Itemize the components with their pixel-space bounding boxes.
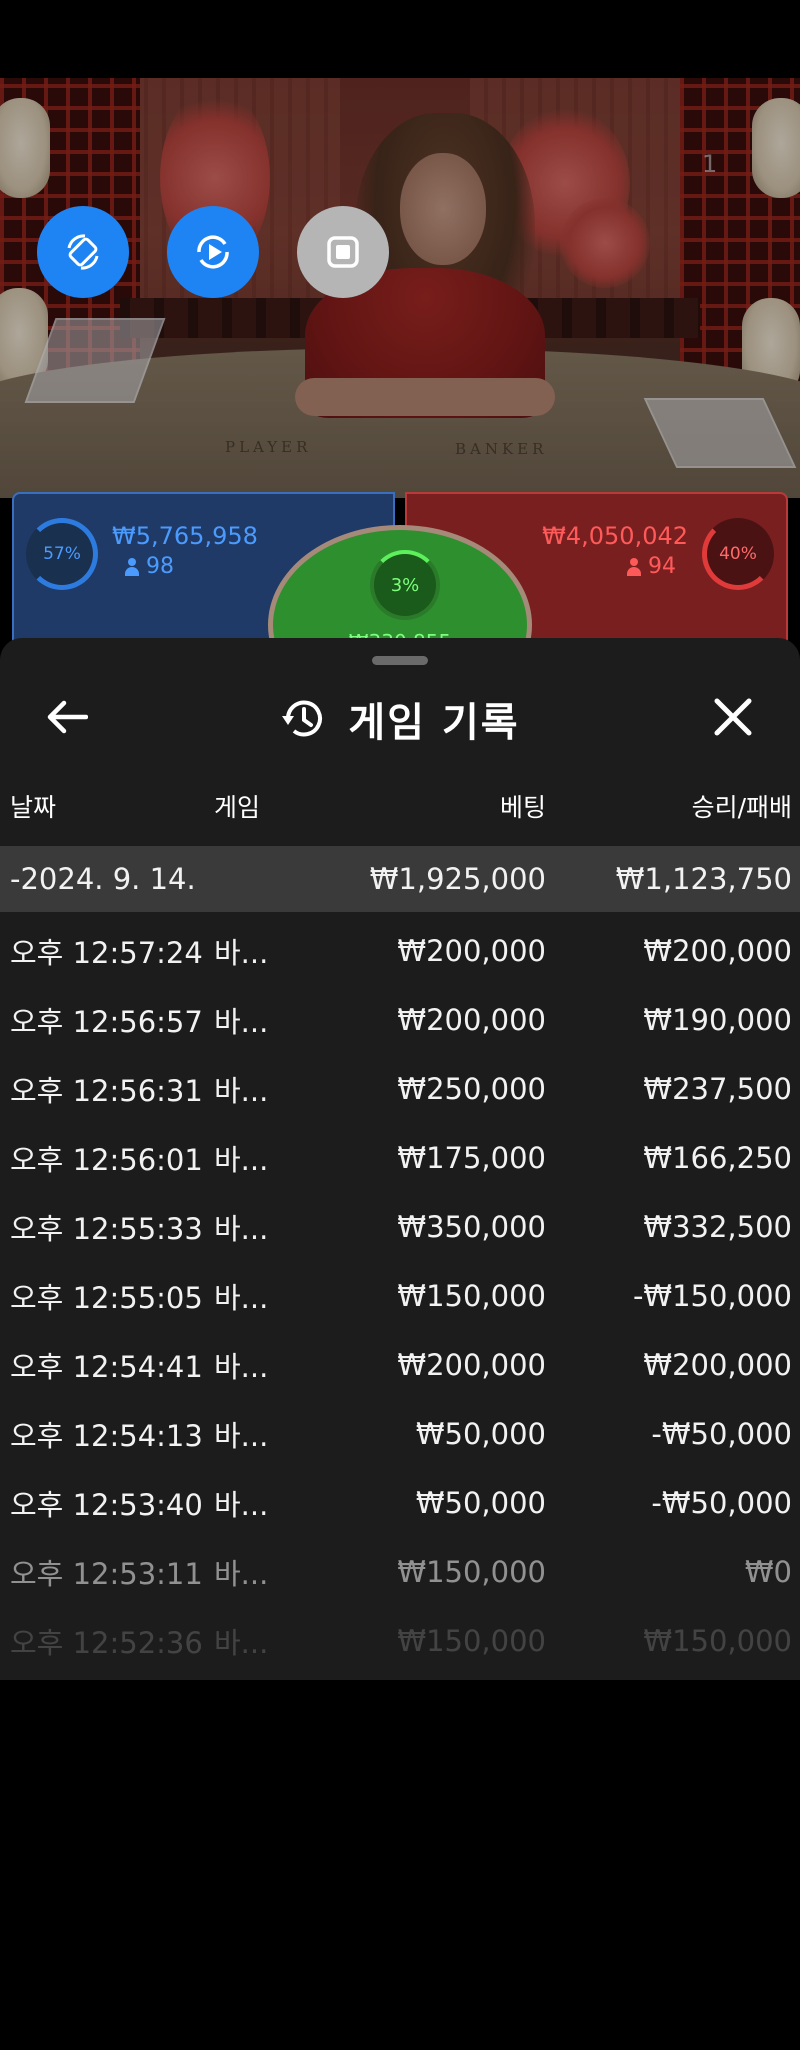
tie-percent: 3%	[390, 574, 420, 596]
row-time: 오후 12:56:01	[10, 1142, 203, 1177]
row-game: 바...	[214, 935, 269, 970]
table-row[interactable]: 오후 12:53:11 바... ₩150,000 ₩0	[0, 1537, 800, 1606]
row-win: ₩200,000	[643, 933, 792, 968]
row-bet: ₩175,000	[397, 1140, 546, 1175]
row-win: ₩200,000	[643, 1347, 792, 1382]
banker-percent: 40%	[719, 544, 757, 564]
table-row[interactable]: 오후 12:52:36 바... ₩150,000 ₩150,000	[0, 1606, 800, 1675]
player-bettor-count: 98	[124, 554, 174, 579]
row-win: ₩0	[744, 1554, 792, 1589]
table-row[interactable]: 오후 12:57:24 바... ₩200,000 ₩200,000	[0, 916, 800, 985]
row-time: 오후 12:57:24	[10, 935, 203, 970]
table-row[interactable]: 오후 12:54:13 바... ₩50,000 -₩50,000	[0, 1399, 800, 1468]
summary-date: -2024. 9. 14.	[10, 862, 196, 896]
row-time: 오후 12:55:05	[10, 1280, 203, 1315]
row-time: 오후 12:55:33	[10, 1211, 203, 1246]
sheet-header: 게임 기록	[0, 690, 800, 748]
stop-square-icon	[327, 236, 359, 268]
row-win: ₩190,000	[643, 1002, 792, 1037]
live-video: PLAYER BANKER 1	[0, 78, 800, 498]
tie-percent-ring: 3%	[370, 550, 440, 620]
column-header-date[interactable]: 날짜	[10, 788, 56, 824]
rotate-phone-icon	[67, 234, 99, 270]
player-percent: 57%	[43, 544, 81, 564]
row-bet: ₩150,000	[397, 1278, 546, 1313]
row-bet: ₩200,000	[397, 1347, 546, 1382]
date-summary-row[interactable]: -2024. 9. 14. ₩1,925,000 ₩1,123,750	[0, 846, 800, 912]
person-icon	[626, 557, 642, 576]
table-row[interactable]: 오후 12:56:57 바... ₩200,000 ₩190,000	[0, 985, 800, 1054]
row-time: 오후 12:53:11	[10, 1556, 203, 1591]
row-time: 오후 12:56:57	[10, 1004, 203, 1039]
row-win: -₩50,000	[651, 1416, 792, 1451]
row-time: 오후 12:54:41	[10, 1349, 203, 1384]
column-header-game[interactable]: 게임	[214, 788, 260, 824]
summary-bet-total: ₩1,925,000	[369, 862, 546, 896]
row-game: 바...	[214, 1349, 269, 1384]
person-icon	[124, 557, 140, 576]
rotate-screen-button[interactable]	[37, 206, 129, 298]
row-bet: ₩200,000	[397, 933, 546, 968]
sheet-title: 게임 기록	[348, 700, 520, 746]
row-game: 바...	[214, 1142, 269, 1177]
drag-handle[interactable]	[372, 656, 428, 665]
row-bet: ₩50,000	[415, 1485, 546, 1520]
player-percent-ring: 57%	[26, 518, 98, 590]
row-time: 오후 12:52:36	[10, 1625, 203, 1660]
banker-percent-ring: 40%	[702, 518, 774, 590]
row-win: ₩166,250	[643, 1140, 792, 1175]
row-bet: ₩200,000	[397, 1002, 546, 1037]
row-win: -₩50,000	[651, 1485, 792, 1520]
replay-video-icon	[197, 235, 229, 269]
row-game: 바...	[214, 1073, 269, 1108]
row-game: 바...	[214, 1625, 269, 1660]
row-bet: ₩150,000	[397, 1623, 546, 1658]
banker-bettor-number: 94	[648, 554, 676, 579]
history-table: -2024. 9. 14. ₩1,925,000 ₩1,123,750 오후 1…	[0, 846, 800, 1675]
close-button[interactable]	[704, 688, 762, 746]
game-history-sheet: 게임 기록 날짜 게임 베팅 승리/패배 -2024. 9. 14. ₩1,92…	[0, 638, 800, 1680]
row-game: 바...	[214, 1556, 269, 1591]
row-win: ₩237,500	[643, 1071, 792, 1106]
row-game: 바...	[214, 1418, 269, 1453]
row-game: 바...	[214, 1211, 269, 1246]
stop-button[interactable]	[297, 206, 389, 298]
row-win: ₩332,500	[643, 1209, 792, 1244]
row-game: 바...	[214, 1004, 269, 1039]
row-time: 오후 12:54:13	[10, 1418, 203, 1453]
player-total-amount: ₩5,765,958	[112, 522, 258, 550]
table-row[interactable]: 오후 12:55:05 바... ₩150,000 -₩150,000	[0, 1261, 800, 1330]
row-win: -₩150,000	[632, 1278, 792, 1313]
replay-button[interactable]	[167, 206, 259, 298]
table-row[interactable]: 오후 12:56:31 바... ₩250,000 ₩237,500	[0, 1054, 800, 1123]
row-win: ₩150,000	[643, 1623, 792, 1658]
row-bet: ₩150,000	[397, 1554, 546, 1589]
table-row[interactable]: 오후 12:54:41 바... ₩200,000 ₩200,000	[0, 1330, 800, 1399]
column-header-win-loss[interactable]: 승리/패배	[692, 788, 792, 824]
row-bet: ₩50,000	[415, 1416, 546, 1451]
player-bettor-number: 98	[146, 554, 174, 579]
video-dim-overlay	[0, 78, 800, 498]
row-game: 바...	[214, 1487, 269, 1522]
table-row[interactable]: 오후 12:56:01 바... ₩175,000 ₩166,250	[0, 1123, 800, 1192]
row-bet: ₩250,000	[397, 1071, 546, 1106]
column-header-bet[interactable]: 베팅	[500, 788, 546, 824]
row-bet: ₩350,000	[397, 1209, 546, 1244]
row-game: 바...	[214, 1280, 269, 1315]
table-row[interactable]: 오후 12:53:40 바... ₩50,000 -₩50,000	[0, 1468, 800, 1537]
summary-win-total: ₩1,123,750	[615, 862, 792, 896]
banker-total-amount: ₩4,050,042	[542, 522, 688, 550]
banker-bettor-count: 94	[626, 554, 676, 579]
history-icon	[282, 700, 323, 737]
row-time: 오후 12:56:31	[10, 1073, 203, 1108]
table-row[interactable]: 오후 12:55:33 바... ₩350,000 ₩332,500	[0, 1192, 800, 1261]
close-icon	[714, 698, 752, 736]
row-time: 오후 12:53:40	[10, 1487, 203, 1522]
